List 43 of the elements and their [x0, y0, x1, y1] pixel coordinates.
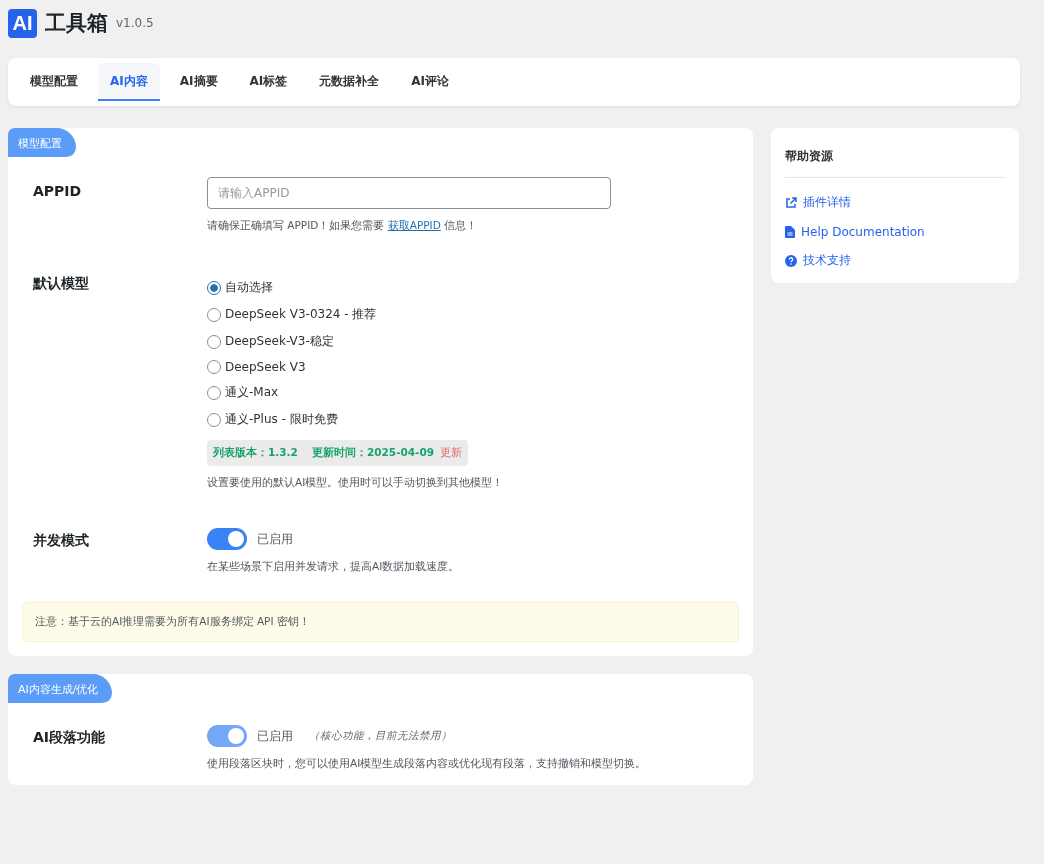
tab[interactable]: AI标签 — [237, 63, 300, 101]
app-title: 工具箱 — [45, 10, 108, 37]
radio-label: 通义-Plus - 限时免费 — [225, 411, 338, 428]
update-time-text: 更新时间：2025-04-09 — [311, 446, 435, 460]
help-link[interactable]: 插件详情 — [785, 188, 1005, 217]
help-text: 在某些场景下启用并发请求，提高AI数据加载速度。 — [207, 560, 461, 574]
tab[interactable]: 元数据补全 — [307, 63, 392, 101]
setting-label: APPID — [33, 182, 83, 201]
tab[interactable]: AI摘要 — [167, 63, 230, 101]
radio-label: DeepSeek V3 — [225, 360, 306, 374]
help-link[interactable]: Help Documentation — [785, 217, 1005, 246]
toggle-state-text: 已启用 — [257, 530, 293, 548]
section-badge: AI内容生成/优化 — [8, 674, 113, 703]
logo-icon: AI — [8, 8, 37, 38]
help-text: 请确保正确填写 APPID！如果您需要 获取APPID 信息！ — [207, 219, 479, 233]
help-link[interactable]: 技术支持 — [785, 246, 1005, 275]
help-text: 使用段落区块时，您可以使用AI模型生成段落内容或优化现有段落，支持撤销和模型切换。 — [207, 757, 648, 771]
help-icon — [785, 254, 797, 267]
help-text: 设置要使用的默认AI模型。使用时可以手动切换到其他模型！ — [207, 476, 505, 490]
radio-label: 通义-Max — [225, 384, 279, 401]
version-label: v1.0.5 — [116, 16, 154, 30]
setting-label: 并发模式 — [33, 531, 90, 550]
setting-label: 默认模型 — [33, 274, 90, 293]
tab[interactable]: AI内容 — [98, 63, 160, 101]
external-link-icon — [785, 196, 797, 209]
section-badge: 模型配置 — [8, 128, 76, 157]
setting-label: AI段落功能 — [33, 728, 107, 747]
radio-label: 自动选择 — [225, 279, 273, 296]
note-text: （核心功能，目前无法禁用） — [309, 729, 452, 743]
radio-button[interactable] — [207, 280, 221, 295]
update-link[interactable]: 更新 — [440, 446, 463, 460]
panel-title: 帮助资源 — [785, 142, 1005, 178]
toggle-switch[interactable] — [207, 528, 247, 550]
document-icon — [785, 225, 795, 238]
appid-input-field[interactable]: 请输入APPID — [207, 177, 611, 209]
radio-label: DeepSeek V3-0324 - 推荐 — [225, 306, 377, 323]
notice-text: 注意：基于云的AI推理需要为所有AI服务绑定 API 密钥！ — [35, 615, 310, 627]
toggle-state-text: 已启用 — [257, 727, 293, 745]
tab[interactable]: AI评论 — [399, 63, 462, 101]
get-appid-link[interactable]: 获取APPID — [387, 219, 441, 231]
radio-label: DeepSeek-V3-稳定 — [225, 333, 334, 350]
tab[interactable]: 模型配置 — [18, 63, 90, 101]
list-version-text: 列表版本：1.3.2 — [213, 446, 298, 460]
